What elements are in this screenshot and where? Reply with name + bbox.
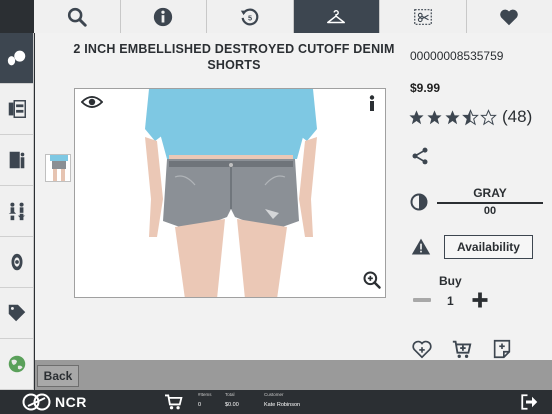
- total-value: $0.00: [225, 402, 239, 408]
- add-to-wishlist-icon[interactable]: [411, 338, 433, 360]
- buy-label: Buy: [439, 274, 462, 288]
- customer-info: Customer Kate Robinson: [264, 392, 300, 408]
- brand-name: NCR: [55, 394, 87, 410]
- app: 5 2 INCH EMBELLISHED DESTROYED CUTOFF DE…: [0, 0, 552, 414]
- ncr-logo-icon: [22, 393, 51, 411]
- info-icon: [154, 7, 173, 26]
- sidebar-item-globe[interactable]: [0, 339, 33, 390]
- product-title: 2 INCH EMBELLISHED DESTROYED CUTOFF DENI…: [73, 42, 395, 72]
- quantity-value: 1: [447, 294, 454, 308]
- quantity-decrease-button[interactable]: [413, 298, 431, 302]
- add-to-cart-icon[interactable]: [451, 338, 473, 360]
- clothing-icon: [8, 100, 26, 118]
- tab-favorites[interactable]: [467, 0, 552, 33]
- thumbnail-image: [46, 155, 70, 181]
- star-full-icon: [409, 109, 424, 124]
- sidebar-item-fitting-room[interactable]: [0, 135, 33, 186]
- sidebar-item-clothing[interactable]: [0, 84, 33, 135]
- items-count: #Items 0: [198, 392, 212, 408]
- items-value: 0: [198, 402, 202, 408]
- cart-icon[interactable]: [164, 393, 184, 411]
- tab-search[interactable]: [34, 0, 121, 33]
- star-half-icon: [462, 108, 479, 125]
- info-icon[interactable]: [367, 95, 377, 111]
- product-image-viewer[interactable]: [74, 88, 386, 298]
- product-image: [75, 89, 385, 297]
- color-value[interactable]: GRAY: [437, 186, 543, 200]
- add-note-icon[interactable]: [491, 338, 513, 360]
- customer-label: Customer: [264, 392, 284, 397]
- associates-icon: [8, 202, 25, 221]
- availability-button[interactable]: Availability: [444, 235, 533, 259]
- sidebar-item-associates[interactable]: [0, 186, 33, 237]
- footer-bar: NCR #Items 0 Total $0.00 Customer Kate R…: [0, 390, 552, 414]
- tab-coupon[interactable]: [380, 0, 467, 33]
- star-empty-icon: [480, 108, 497, 125]
- product-price: $9.99: [410, 81, 441, 95]
- back-bar: Back: [35, 360, 552, 390]
- sidebar: [0, 33, 34, 390]
- search-icon: [67, 7, 87, 27]
- tab-hanger[interactable]: [293, 0, 380, 33]
- zoom-in-icon[interactable]: [362, 270, 382, 290]
- rating-stars[interactable]: (48): [408, 107, 532, 127]
- top-tab-bar: 5: [34, 0, 552, 33]
- color-divider: [437, 202, 543, 204]
- quantity-increase-button[interactable]: [471, 291, 489, 309]
- eye-icon: [11, 253, 22, 271]
- cart-total: Total $0.00: [225, 392, 239, 408]
- star-full-icon: [445, 109, 460, 124]
- fitting-room-icon: [9, 151, 24, 169]
- product-detail-panel: 2 INCH EMBELLISHED DESTROYED CUTOFF DENI…: [35, 33, 552, 360]
- size-value[interactable]: 00: [437, 205, 543, 217]
- svg-text:5: 5: [248, 13, 252, 22]
- tab-info[interactable]: [121, 0, 207, 33]
- hanger-icon: [327, 9, 346, 23]
- sidebar-item-tags[interactable]: [0, 288, 33, 339]
- sidebar-item-watch[interactable]: [0, 237, 33, 288]
- share-icon[interactable]: [410, 146, 430, 166]
- customer-name: Kate Robinson: [264, 402, 301, 408]
- contrast-icon: [410, 193, 428, 211]
- product-actions: [411, 338, 541, 360]
- back-button[interactable]: Back: [37, 365, 79, 387]
- tab-history[interactable]: 5: [207, 0, 294, 33]
- logout-icon[interactable]: [520, 393, 538, 411]
- product-thumbnail[interactable]: [45, 154, 71, 182]
- sidebar-item-customer[interactable]: [0, 33, 33, 84]
- items-label: #Items: [198, 392, 212, 397]
- star-full-icon: [427, 109, 442, 124]
- product-sku: 00000008535759: [410, 49, 504, 63]
- tag-icon: [8, 304, 25, 322]
- customer-icon: [7, 50, 25, 66]
- history-icon: 5: [240, 8, 259, 25]
- ncr-logo: NCR: [22, 393, 87, 411]
- heart-icon: [500, 9, 519, 25]
- rating-count: (48): [502, 107, 533, 126]
- eye-icon[interactable]: [81, 94, 103, 110]
- total-label: Total: [225, 392, 235, 397]
- coupon-icon: [413, 8, 432, 25]
- warning-icon: [411, 238, 431, 255]
- globe-icon: [8, 355, 25, 373]
